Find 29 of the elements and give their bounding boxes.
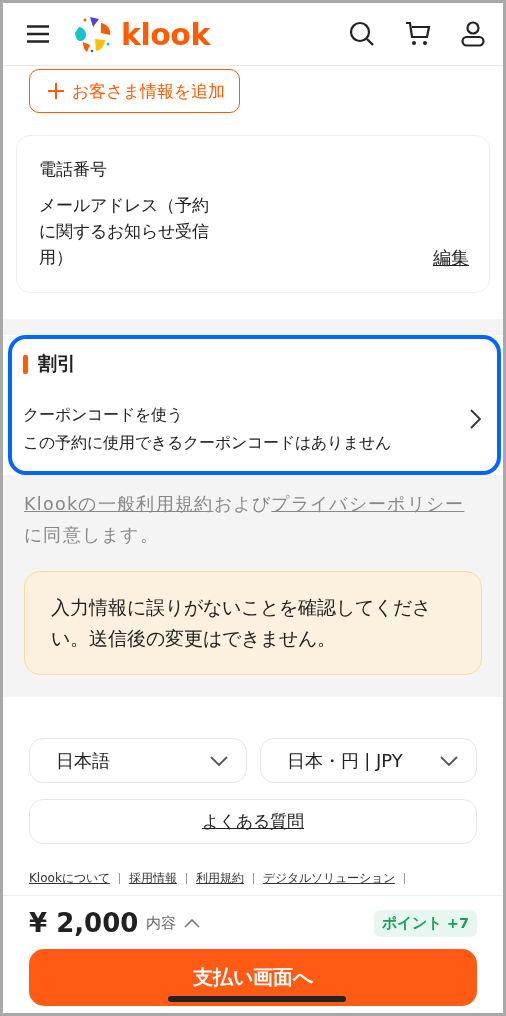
accent-bar (23, 354, 28, 374)
footer-link[interactable]: デジタルソリューション (262, 870, 395, 887)
section-title: 割引 (38, 351, 76, 376)
field-label: メールアドレス（予約に関するお知らせ受信用） (39, 194, 210, 269)
search-icon[interactable] (349, 21, 375, 47)
chevron-down-icon (440, 755, 458, 766)
chevron-up-icon[interactable] (184, 918, 201, 928)
faq-link[interactable]: よくある質問 (29, 799, 477, 844)
cart-icon[interactable] (405, 21, 431, 47)
coupon-label: クーポンコードを使う (23, 405, 184, 426)
terms-text: Klookの一般利用規約 およびプライバシーポリシー に同意します。 (23, 493, 466, 547)
coupon-note: この予約に使用できるクーポンコードはありません (23, 433, 392, 454)
user-icon[interactable] (461, 21, 485, 47)
points-badge: ポイント +7 (373, 909, 477, 937)
total-price: ¥ 2,000 (29, 908, 139, 938)
field-label: 電話番号 (39, 158, 108, 181)
menu-icon[interactable] (27, 25, 49, 43)
edit-link[interactable]: 編集 (433, 246, 469, 270)
footer-link[interactable]: 採用情報 (128, 870, 177, 887)
plus-icon (48, 83, 64, 99)
chevron-right-icon (470, 409, 481, 429)
language-select[interactable]: 日本語 (29, 738, 247, 783)
details-toggle[interactable]: 内容 (146, 913, 177, 933)
footer-link[interactable]: 利用規約 (195, 870, 244, 887)
chevron-down-icon (209, 755, 228, 766)
notice-box: 入力情報に誤りがないことを確認してください。送信後の変更はできません。 (24, 571, 482, 675)
currency-select[interactable]: 日本・円 | JPY (259, 738, 477, 783)
discount-card[interactable]: 割引 クーポンコードを使う この予約に使用できるクーポンコードはありません (8, 335, 501, 475)
footer-link[interactable]: Klookについて (29, 870, 110, 887)
